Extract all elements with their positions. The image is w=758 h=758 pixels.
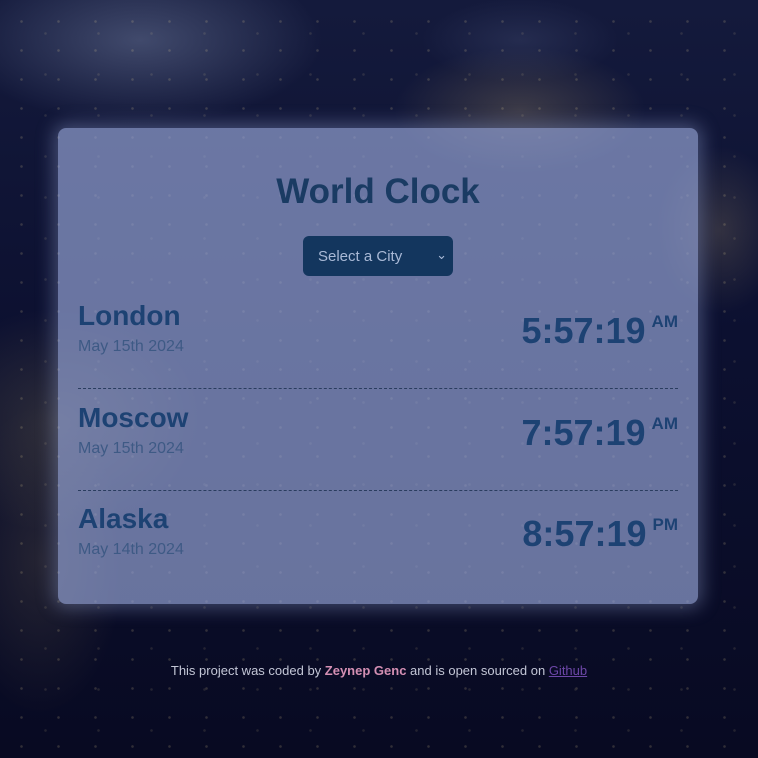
- city-name: London: [78, 300, 181, 331]
- footer-prefix: This project was coded by: [170, 663, 325, 678]
- city-name: Moscow: [78, 402, 189, 433]
- city-select-label: Select a City: [318, 247, 403, 265]
- city-date: May 15th 2024: [78, 440, 184, 457]
- time-ampm: PM: [652, 515, 679, 534]
- city-time: 7:57:19 AM: [521, 412, 678, 454]
- page-title: World Clock: [276, 172, 480, 211]
- chevron-down-icon: ⌄: [436, 247, 447, 262]
- city-select-dropdown[interactable]: Select a City ⌄: [303, 236, 453, 276]
- city-row-london: London May 15th 2024 5:57:19 AM: [78, 288, 678, 389]
- time-ampm: AM: [651, 312, 678, 331]
- city-time: 5:57:19 AM: [521, 310, 678, 352]
- time-value: 7:57:19: [521, 412, 646, 453]
- city-time: 8:57:19 PM: [522, 513, 678, 555]
- city-date: May 14th 2024: [78, 541, 184, 558]
- time-value: 5:57:19: [521, 310, 646, 351]
- world-clock-card: World Clock Select a City ⌄ London May 1…: [58, 128, 698, 604]
- footer-author: Zeynep Genc: [324, 663, 407, 678]
- footer: This project was coded by Zeynep Genc an…: [0, 663, 758, 678]
- city-name: Alaska: [78, 503, 169, 534]
- footer-middle: and is open sourced on: [406, 663, 549, 678]
- city-row-moscow: Moscow May 15th 2024 7:57:19 AM: [78, 390, 678, 491]
- city-row-alaska: Alaska May 14th 2024 8:57:19 PM: [78, 491, 678, 591]
- time-value: 8:57:19: [522, 513, 647, 554]
- time-ampm: AM: [651, 414, 678, 433]
- github-link[interactable]: Github: [549, 663, 587, 678]
- city-date: May 15th 2024: [78, 338, 184, 355]
